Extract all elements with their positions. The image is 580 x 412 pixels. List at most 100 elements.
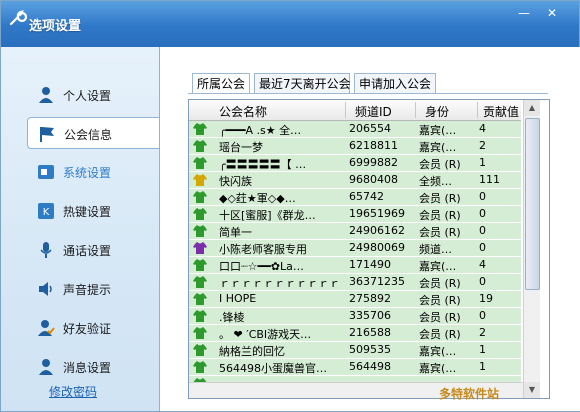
guild-name-cell: ◆◇荭★軍◇◆… (219, 192, 296, 205)
tab-apply-join[interactable]: 申请加入公会 (354, 73, 436, 93)
sidebar-item-system[interactable]: 系统设置 (27, 156, 161, 188)
member-shirt-icon (193, 293, 207, 305)
role-cell: 嘉宾(… (419, 141, 457, 154)
member-shirt-icon (193, 208, 207, 220)
sidebar-item-label: 好友验证 (63, 322, 112, 336)
friend-verify-icon (38, 320, 55, 336)
table-row[interactable]: ╭━━━A .s★ 全… 206554 嘉宾(… 4 (189, 121, 521, 138)
table-row[interactable]: 简单一 24906162 会员 (R) 0 (189, 223, 521, 240)
scrollbar-thumb[interactable] (525, 118, 540, 290)
sidebar-item-sound[interactable]: 声音提示 (27, 273, 161, 305)
table-row[interactable]: 瑶台一梦 6218811 嘉宾(… 2 (189, 138, 521, 155)
guild-name-cell: 。 ❤ ′CBI游戏天… (219, 328, 312, 341)
sidebar-item-label: 公会信息 (64, 128, 113, 142)
contribution-cell: 0 (479, 207, 486, 220)
options-window: 选项设置 — ✕ 个人设置 公会信息 系统设置 K 热键设置 通话设置 声音提示 (0, 0, 580, 412)
contribution-cell: 19 (479, 292, 493, 305)
guild-info-panel: 所属公会 最近7天离开公会 申请加入公会 公会名称 频道ID 身份 贡献值 ╭━… (159, 47, 580, 411)
sidebar-item-personal[interactable]: 个人设置 (27, 79, 161, 111)
contribution-cell: 2 (479, 326, 486, 339)
role-cell: 嘉宾(… (419, 362, 457, 375)
guild-name-cell: 十区[蜜服]《群龙… (219, 209, 316, 222)
channel-id-cell: 6999882 (349, 156, 398, 169)
sidebar-item-hotkey[interactable]: K 热键设置 (27, 195, 161, 227)
table-row[interactable]: 564498小蛋魔兽官… 564498 嘉宾(… 1 (189, 359, 521, 376)
guild-name-cell: 简单一 (219, 226, 252, 239)
table-row[interactable]: .锋棱 335706 会员 (R) 0 (189, 308, 521, 325)
hotkey-icon: K (38, 203, 54, 219)
sidebar-item-message[interactable]: 消息设置 (27, 351, 161, 383)
role-cell: 嘉宾(… (419, 260, 457, 273)
table-row[interactable]: ｒｒｒｒｒｒｒｒｒｒｒｒ… 36371235 会员 (R) 0 (189, 274, 521, 291)
sidebar-item-friend-verify[interactable]: 好友验证 (27, 312, 161, 344)
tab-divider (188, 93, 548, 94)
member-shirt-icon (193, 310, 207, 322)
channel-id-cell: 19651969 (349, 207, 405, 220)
microphone-icon (40, 242, 52, 258)
title-bar[interactable]: 选项设置 — ✕ (1, 1, 579, 47)
member-shirt-icon (193, 344, 207, 356)
close-button[interactable]: ✕ (541, 5, 563, 21)
contribution-cell: 0 (479, 309, 486, 322)
contribution-cell: 1 (479, 360, 486, 373)
sidebar-item-label: 系统设置 (63, 166, 112, 180)
channel-id-cell: 564498 (349, 360, 391, 373)
role-cell: 会员 (R) (419, 311, 461, 324)
member-shirt-icon (193, 259, 207, 271)
sidebar-item-call[interactable]: 通话设置 (27, 234, 161, 266)
contribution-cell: 0 (479, 241, 486, 254)
guild-name-cell: 快闪族 (219, 175, 252, 188)
sidebar-item-label: 声音提示 (63, 283, 112, 297)
table-row[interactable]: 。 ❤ ′CBI游戏天… 216588 会员 (R) 2 (189, 325, 521, 342)
guild-name-cell: 瑶台一梦 (219, 141, 263, 154)
channel-id-cell: 216588 (349, 326, 391, 339)
guild-name-cell: 小陈老师客服专用 (219, 243, 307, 256)
member-shirt-icon (193, 327, 207, 339)
minimize-button[interactable]: — (513, 5, 535, 21)
column-header-contrib[interactable]: 贡献值 (483, 103, 519, 120)
contribution-cell: 1 (479, 343, 486, 356)
table-row[interactable]: 快闪族 9680408 全频… 111 (189, 172, 521, 189)
scroll-up-icon[interactable]: ▲ (524, 100, 540, 116)
tab-recent-left[interactable]: 最近7天离开公会 (254, 73, 351, 93)
table-row[interactable]: ╭〓〓〓〓〓【 … 6999882 会员 (R) 1 (189, 155, 521, 172)
role-cell: 会员 (R) (419, 192, 461, 205)
svg-text:K: K (43, 207, 50, 218)
table-row[interactable]: ◆◇荭★軍◇◆… 65742 会员 (R) 0 (189, 189, 521, 206)
channel-id-cell: 24980069 (349, 241, 405, 254)
column-header-role[interactable]: 身份 (425, 103, 449, 120)
sidebar-item-label: 热键设置 (63, 205, 112, 219)
table-row[interactable]: 納格兰的回忆 509535 嘉宾(… 1 (189, 342, 521, 359)
role-cell: 会员 (R) (419, 277, 461, 290)
role-cell: 会员 (R) (419, 328, 461, 341)
column-header-id[interactable]: 频道ID (355, 103, 392, 120)
channel-id-cell: 275892 (349, 292, 391, 305)
column-divider[interactable] (477, 102, 478, 118)
wrench-icon (9, 10, 27, 26)
sidebar-item-guild[interactable]: 公会信息 (27, 117, 161, 149)
contribution-cell: 0 (479, 190, 486, 203)
role-cell: 会员 (R) (419, 294, 461, 307)
guild-name-cell: .锋棱 (219, 311, 245, 324)
table-row[interactable]: 小陈老师客服专用 24980069 频道… 0 (189, 240, 521, 257)
contribution-cell: 4 (479, 122, 486, 135)
column-header-name[interactable]: 公会名称 (219, 103, 267, 120)
tab-my-guilds[interactable]: 所属公会 (192, 73, 250, 94)
contribution-cell: 111 (479, 173, 500, 186)
column-divider[interactable] (345, 102, 346, 118)
role-cell: 会员 (R) (419, 158, 461, 171)
table-row[interactable]: 十区[蜜服]《群龙… 19651969 会员 (R) 0 (189, 206, 521, 223)
column-divider[interactable] (415, 102, 416, 118)
member-shirt-icon (193, 140, 207, 152)
modify-password-link[interactable]: 修改密码 (49, 383, 97, 400)
flag-icon (40, 127, 54, 142)
role-cell: 会员 (R) (419, 226, 461, 239)
scroll-down-icon[interactable]: ▼ (524, 382, 540, 398)
sidebar-item-label: 通话设置 (63, 244, 112, 258)
guild-table: 公会名称 频道ID 身份 贡献值 ╭━━━A .s★ 全… 206554 嘉宾(… 4… (188, 99, 550, 399)
channel-id-cell: 206554 (349, 122, 391, 135)
channel-id-cell: 65742 (349, 190, 384, 203)
table-row[interactable]: 口口┈☆━━✿La… 171490 嘉宾(… 4 (189, 257, 521, 274)
table-row[interactable]: I HOPE 275892 会员 (R) 19 (189, 291, 521, 308)
vertical-scrollbar[interactable]: ▲ ▼ (523, 100, 540, 398)
